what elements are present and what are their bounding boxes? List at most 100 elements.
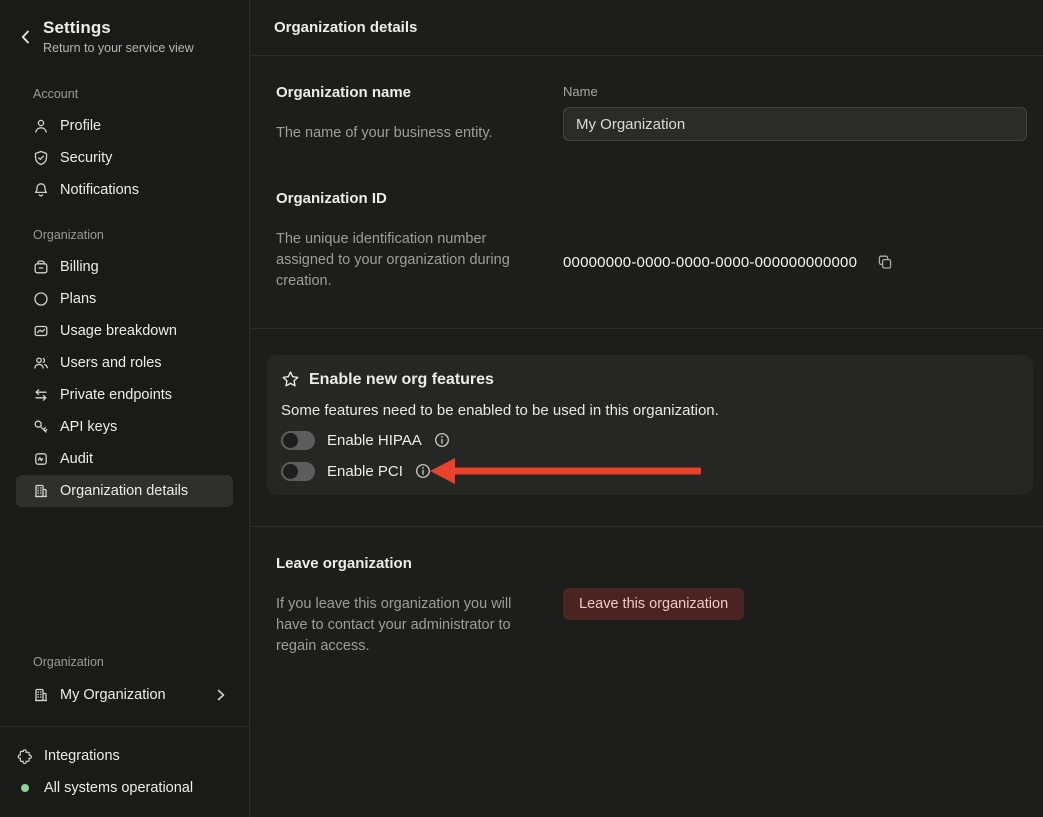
leave-org-left: Leave organization If you leave this org… — [276, 555, 539, 657]
pci-toggle-row: Enable PCI — [281, 461, 1019, 481]
sidebar-item-users-and-roles[interactable]: Users and roles — [16, 347, 233, 379]
copy-button[interactable] — [877, 254, 893, 270]
org-id-heading: Organization ID — [276, 190, 539, 207]
enable-hipaa-toggle[interactable] — [281, 431, 315, 450]
page-title: Organization details — [274, 19, 417, 36]
org-details-section: Organization name The name of your busin… — [250, 56, 1043, 328]
sidebar-item-label: Plans — [60, 291, 96, 307]
sidebar-footer: Integrations All systems operational — [0, 726, 249, 817]
bell-icon — [33, 182, 49, 198]
sidebar-item-api-keys[interactable]: API keys — [16, 411, 233, 443]
shield-check-icon — [33, 150, 49, 166]
sidebar-item-label: API keys — [60, 419, 117, 435]
org-switcher-label: Organization — [0, 655, 249, 669]
card-description: Some features need to be enabled to be u… — [281, 402, 1019, 419]
star-icon — [281, 370, 300, 389]
person-icon — [33, 118, 49, 134]
red-annotation-arrow-icon — [430, 457, 701, 485]
org-id-left: Organization ID The unique identificatio… — [276, 190, 539, 292]
chevron-left-icon — [21, 30, 30, 44]
page-header: Organization details — [250, 0, 1043, 56]
sidebar-item-label: Notifications — [60, 182, 139, 198]
section-label-organization: Organization — [0, 228, 249, 242]
green-status-dot — [21, 784, 29, 792]
integrations-label: Integrations — [44, 748, 120, 764]
sidebar-title-block: Settings Return to your service view — [43, 18, 194, 55]
main-content: Organization details Organization name T… — [250, 0, 1043, 817]
leave-organization-button[interactable]: Leave this organization — [563, 588, 744, 620]
sidebar-item-label: Organization details — [60, 483, 188, 499]
sidebar-header: Settings Return to your service view — [0, 0, 249, 65]
status-dot-icon — [17, 780, 33, 796]
sidebar-bottom: Organization My Organization Integration… — [0, 633, 249, 817]
card-title-row: Enable new org features — [281, 370, 1019, 389]
back-chevron-button[interactable] — [18, 30, 32, 44]
enable-features-card: Enable new org features Some features ne… — [267, 355, 1033, 495]
organization-id-value: 00000000-0000-0000-0000-000000000000 — [563, 254, 857, 271]
sidebar-subtitle[interactable]: Return to your service view — [43, 41, 194, 55]
leave-org-right: Leave this organization — [563, 555, 1027, 657]
sidebar-item-label: Users and roles — [60, 355, 162, 371]
toggle-knob — [283, 464, 298, 479]
features-section: Enable new org features Some features ne… — [250, 329, 1043, 526]
org-id-description: The unique identification number assigne… — [276, 229, 526, 292]
system-status-link[interactable]: All systems operational — [17, 775, 233, 801]
pci-toggle-label: Enable PCI — [327, 463, 403, 480]
sidebar-item-label: Profile — [60, 118, 101, 134]
organization-name-input[interactable] — [563, 107, 1027, 141]
hipaa-toggle-row: Enable HIPAA — [281, 430, 1019, 450]
org-switcher[interactable]: My Organization — [16, 678, 233, 712]
section-label-account: Account — [0, 87, 249, 101]
key-icon — [33, 419, 49, 435]
sidebar-title: Settings — [43, 18, 194, 38]
org-id-right: 00000000-0000-0000-0000-000000000000 — [563, 190, 1027, 292]
hipaa-toggle-label: Enable HIPAA — [327, 432, 422, 449]
org-name-right: Name — [563, 84, 1027, 144]
enable-pci-toggle[interactable] — [281, 462, 315, 481]
settings-app: Settings Return to your service view Acc… — [0, 0, 1043, 817]
leave-org-description: If you leave this organization you will … — [276, 594, 526, 657]
leave-org-row: Leave organization If you leave this org… — [276, 555, 1027, 657]
hipaa-info-button[interactable] — [434, 432, 450, 448]
users-icon — [33, 355, 49, 371]
info-circle-icon — [434, 432, 450, 448]
org-name-heading: Organization name — [276, 84, 539, 101]
name-field-label: Name — [563, 84, 1027, 99]
system-status-label: All systems operational — [44, 780, 193, 796]
sidebar-item-private-endpoints[interactable]: Private endpoints — [16, 379, 233, 411]
sidebar-item-profile[interactable]: Profile — [16, 110, 233, 142]
pci-info-button[interactable] — [415, 463, 431, 479]
circle-icon — [33, 291, 49, 307]
puzzle-icon — [17, 748, 33, 764]
sidebar-item-notifications[interactable]: Notifications — [16, 174, 233, 206]
settings-sidebar: Settings Return to your service view Acc… — [0, 0, 250, 817]
building-icon — [33, 483, 49, 499]
org-switcher-value: My Organization — [60, 687, 166, 703]
leave-org-section: Leave organization If you leave this org… — [250, 527, 1043, 693]
sidebar-item-label: Billing — [60, 259, 99, 275]
integrations-link[interactable]: Integrations — [17, 743, 233, 769]
usage-chart-icon — [33, 323, 49, 339]
audit-icon — [33, 451, 49, 467]
org-name-description: The name of your business entity. — [276, 123, 526, 144]
sidebar-item-security[interactable]: Security — [16, 142, 233, 174]
sidebar-item-organization-details[interactable]: Organization details — [16, 475, 233, 507]
sidebar-item-billing[interactable]: Billing — [16, 251, 233, 283]
sidebar-item-audit[interactable]: Audit — [16, 443, 233, 475]
sidebar-item-label: Usage breakdown — [60, 323, 177, 339]
sidebar-item-plans[interactable]: Plans — [16, 283, 233, 315]
wallet-icon — [33, 259, 49, 275]
org-id-row: Organization ID The unique identificatio… — [276, 190, 1027, 292]
copy-icon — [877, 254, 893, 270]
sidebar-item-label: Security — [60, 150, 112, 166]
leave-org-heading: Leave organization — [276, 555, 539, 572]
card-title: Enable new org features — [309, 371, 494, 389]
info-circle-icon — [415, 463, 431, 479]
swap-arrows-icon — [33, 387, 49, 403]
building-icon — [33, 687, 49, 703]
sidebar-item-usage-breakdown[interactable]: Usage breakdown — [16, 315, 233, 347]
org-name-row: Organization name The name of your busin… — [276, 84, 1027, 144]
sidebar-item-label: Private endpoints — [60, 387, 172, 403]
chevron-right-icon — [217, 689, 225, 701]
toggle-knob — [283, 433, 298, 448]
